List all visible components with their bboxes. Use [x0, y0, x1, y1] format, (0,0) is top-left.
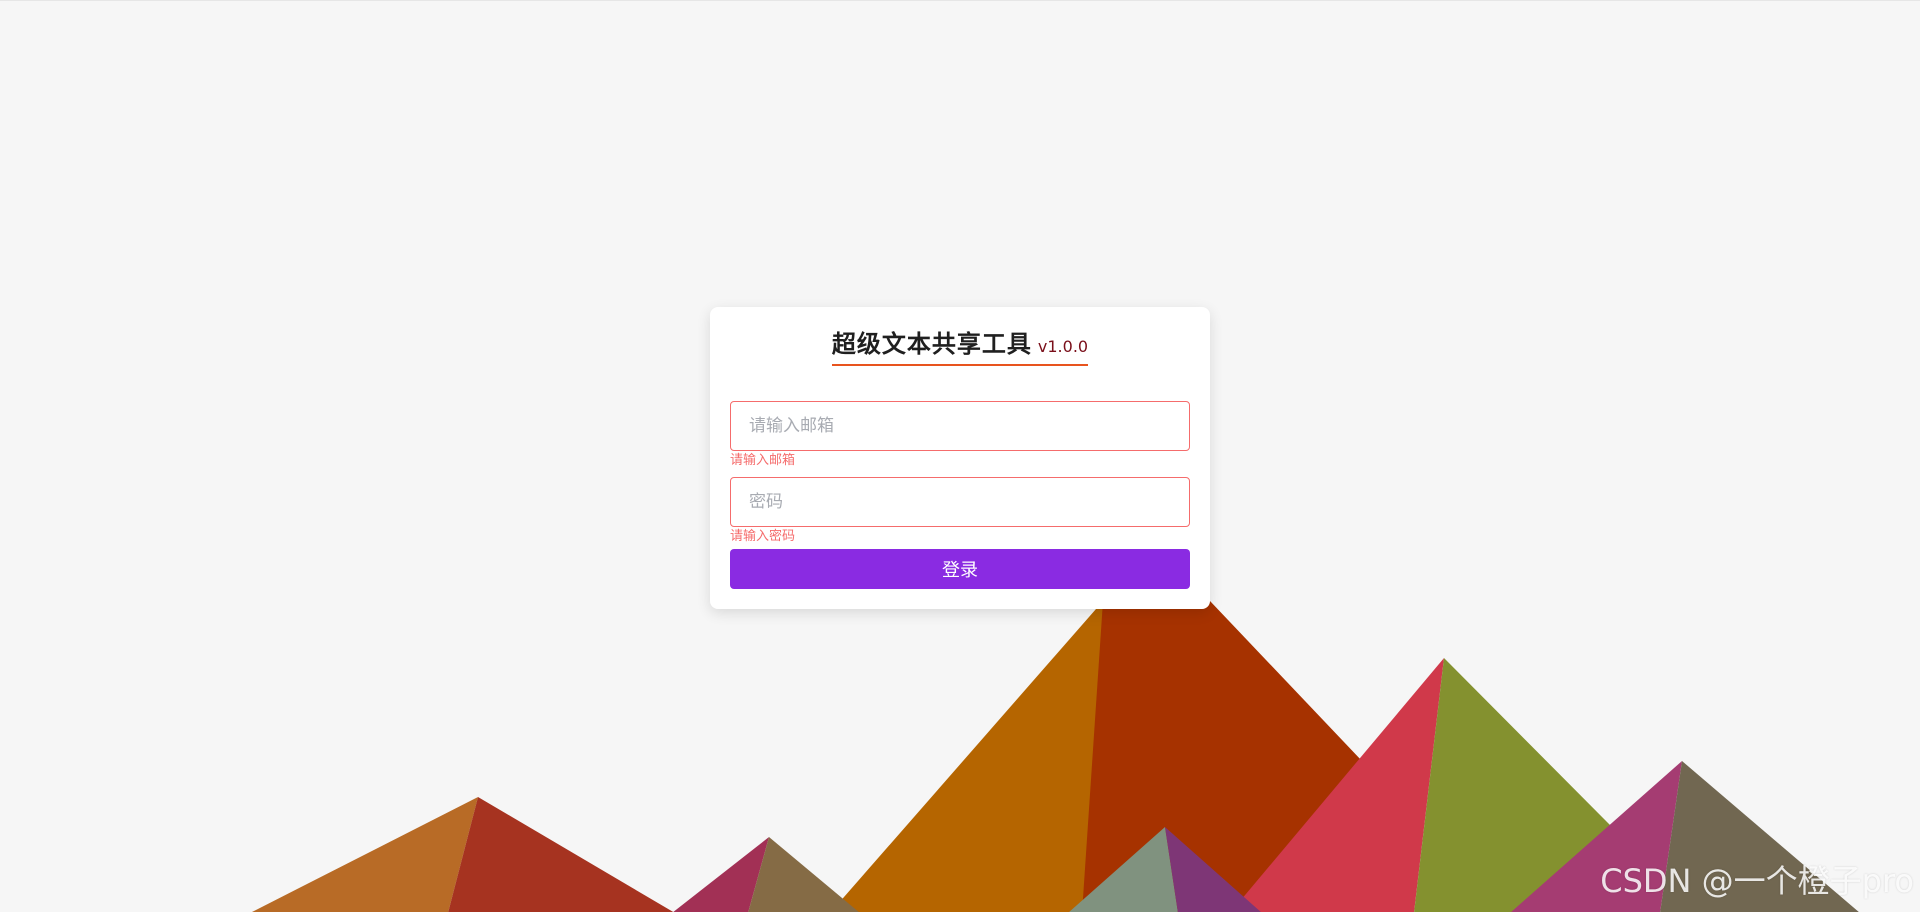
title-block: 超级文本共享工具 v1.0.0	[730, 329, 1190, 369]
watermark-text: CSDN @一个橙子pro	[1600, 862, 1914, 900]
app-title: 超级文本共享工具	[831, 330, 1032, 358]
page-title: 超级文本共享工具 v1.0.0	[831, 329, 1089, 366]
app-version: v1.0.0	[1037, 337, 1089, 356]
mountain-far-left-a	[251, 797, 478, 912]
login-button[interactable]: 登录	[730, 549, 1190, 589]
password-input[interactable]	[730, 477, 1190, 527]
email-error-message: 请输入邮箱	[730, 453, 796, 468]
email-input[interactable]	[730, 401, 1190, 451]
password-error-message: 请输入密码	[730, 529, 796, 544]
login-page: 超级文本共享工具 v1.0.0 请输入邮箱 请输入密码 登录 CSDN @一个橙子…	[0, 0, 1920, 912]
email-field-group: 请输入邮箱	[730, 401, 1190, 473]
password-field-group: 请输入密码	[730, 477, 1190, 549]
mountain-far-left-b	[448, 797, 674, 912]
login-card: 超级文本共享工具 v1.0.0 请输入邮箱 请输入密码 登录	[710, 307, 1210, 609]
